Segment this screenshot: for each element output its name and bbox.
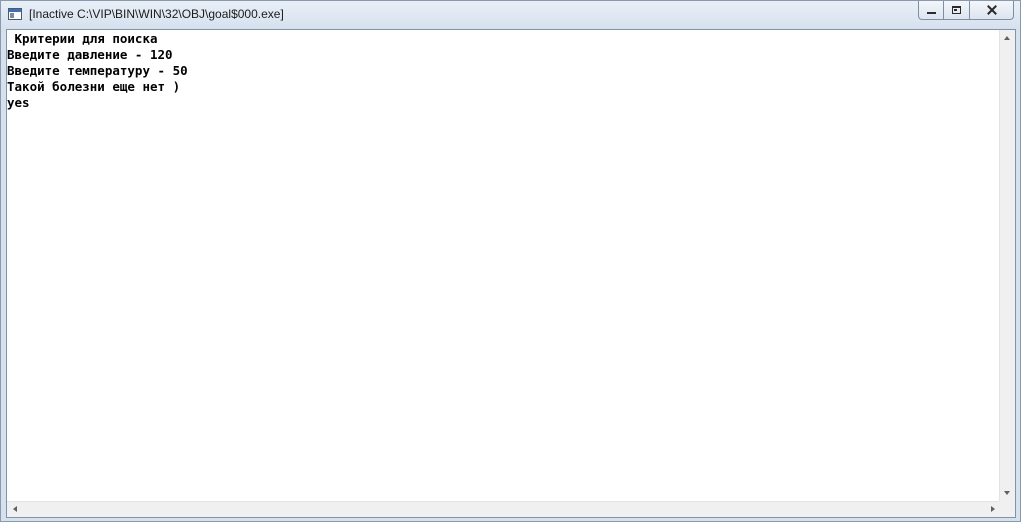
arrow-right-icon[interactable] (991, 506, 995, 512)
close-button[interactable] (970, 1, 1014, 20)
console-window: [Inactive C:\VIP\BIN\WIN\32\OBJ\goal$000… (0, 0, 1021, 522)
close-icon (987, 5, 997, 15)
window-title: [Inactive C:\VIP\BIN\WIN\32\OBJ\goal$000… (29, 7, 284, 21)
arrow-up-icon[interactable] (1004, 36, 1010, 40)
minimize-icon (926, 12, 936, 14)
maximize-button[interactable] (944, 1, 970, 20)
arrow-down-icon[interactable] (1004, 491, 1010, 495)
console-line-1: Критерии для поиска (7, 31, 158, 46)
caption-buttons (918, 1, 1014, 21)
vertical-scrollbar[interactable] (999, 30, 1015, 501)
maximize-icon (952, 6, 961, 14)
arrow-left-icon[interactable] (13, 506, 17, 512)
console-app-icon[interactable] (8, 8, 22, 20)
scrollbar-corner (999, 501, 1015, 517)
console-line-4: Такой болезни еще нет ) (7, 79, 181, 94)
console-line-2: Введите давление - 120 (7, 47, 173, 62)
console-output[interactable]: Критерии для поиска Введите давление - 1… (7, 30, 1001, 501)
console-line-5: yes (7, 95, 30, 110)
console-line-3: Введите температуру - 50 (7, 63, 188, 78)
minimize-button[interactable] (918, 1, 944, 20)
console-client-area[interactable]: Критерии для поиска Введите давление - 1… (6, 29, 1016, 518)
title-bar[interactable]: [Inactive C:\VIP\BIN\WIN\32\OBJ\goal$000… (1, 1, 1020, 29)
horizontal-scrollbar[interactable] (7, 501, 1001, 517)
